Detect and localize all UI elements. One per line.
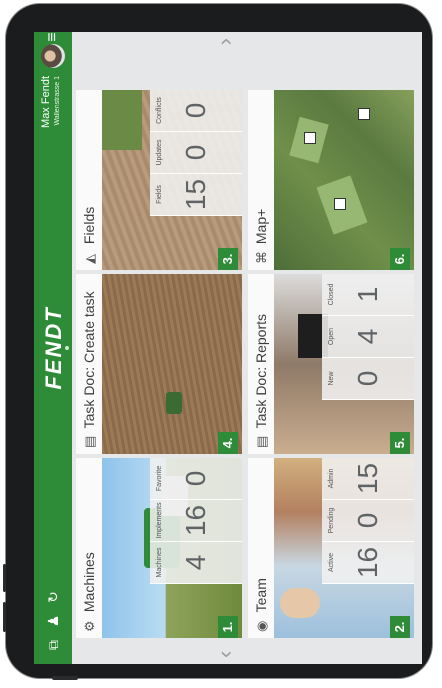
stat[interactable]: Updates 0 [150, 132, 242, 174]
tile-header: ▤ Task Doc: Reports [248, 274, 274, 454]
stat-value: 15 [180, 178, 211, 211]
stat[interactable]: Implements 16 [150, 500, 242, 542]
stat[interactable]: Closed 1 [322, 274, 414, 316]
stat-value: 15 [352, 462, 383, 495]
stat-value: 0 [352, 370, 383, 387]
stat[interactable]: Open 4 [322, 316, 414, 358]
tile-title: Task Doc: Create task [81, 291, 97, 429]
screen: ⧉ ♟ ↻ FENDT Max Fendt Wallenstrasse 1 ≡ … [34, 32, 422, 664]
tile-title: Fields [81, 206, 97, 245]
tile-header: ◉ Team [248, 458, 274, 638]
stat[interactable]: Active 16 [322, 542, 414, 584]
volume-button-2 [3, 602, 6, 632]
stat-value: 0 [352, 512, 383, 529]
volume-button [3, 564, 6, 592]
tile-number: 5. [390, 432, 410, 454]
stat-label: Favorite [156, 465, 163, 492]
field-tractor-photo [102, 274, 242, 454]
stat-label: New [328, 371, 335, 386]
tile-number: 4. [218, 432, 238, 454]
tile-header: ◭ Fields [76, 90, 102, 270]
stat[interactable]: Fields 15 [150, 174, 242, 216]
clipboard-icon: ▤ [82, 435, 97, 448]
stat-value: 0 [180, 102, 211, 119]
user-info[interactable]: Max Fendt Wallenstrasse 1 [40, 76, 63, 128]
map-marker-icon[interactable] [334, 198, 346, 210]
stat[interactable]: Conflicts 0 [150, 90, 242, 132]
chevron-right-icon[interactable]: › [212, 38, 238, 45]
app-dashboard: ⧉ ♟ ↻ FENDT Max Fendt Wallenstrasse 1 ≡ … [34, 32, 422, 664]
user-location: Wallenstrasse 1 [54, 76, 61, 126]
tile-team[interactable]: ◉ Team Active 16 Pending 0 Admin 15 2. [248, 458, 414, 638]
stat-label: Active [328, 552, 335, 573]
stats-panel: New 0 Open 4 Closed 1 [322, 274, 414, 400]
stats-panel: Fields 15 Updates 0 Conflicts 0 [150, 90, 242, 216]
stat-label: Implements [156, 502, 163, 539]
tile-reports[interactable]: ▤ Task Doc: Reports New 0 Open 4 Closed 1 5… [248, 274, 414, 454]
map-view [274, 90, 414, 270]
stat-label: Admin [328, 468, 335, 489]
tile-header: ▤ Task Doc: Create task [76, 274, 102, 454]
stat-label: Open [328, 327, 335, 346]
tablet-device: ⧉ ♟ ↻ FENDT Max Fendt Wallenstrasse 1 ≡ … [3, 4, 432, 680]
stat-label: Fields [156, 185, 163, 204]
map-icon: ⌘ [254, 251, 269, 264]
stat-value: 16 [352, 546, 383, 579]
tile-title: Task Doc: Reports [253, 313, 269, 429]
stat[interactable]: Machines 4 [150, 542, 242, 584]
stat-value: 4 [180, 554, 211, 571]
stat-value: 0 [180, 470, 211, 487]
stat-label: Updates [156, 139, 163, 166]
stat-label: Closed [328, 283, 335, 306]
stat-label: Pending [328, 507, 335, 534]
tile-title: Team [253, 578, 269, 613]
tile-map[interactable]: ⌘ Map+ 6. [248, 90, 414, 270]
stat-value: 16 [180, 504, 211, 537]
map-marker-icon[interactable] [304, 132, 316, 144]
tile-title: Map+ [253, 208, 269, 245]
tile-header: ⚙ Machines [76, 458, 102, 638]
stat-value: 1 [352, 286, 383, 303]
team-icon: ◉ [254, 620, 269, 632]
stat-value: 0 [180, 144, 211, 161]
tile-number: 6. [390, 248, 410, 270]
tile-header: ⌘ Map+ [248, 90, 274, 270]
menu-icon[interactable]: ≡ [44, 32, 62, 46]
power-button [52, 676, 78, 680]
tile-title: Machines [81, 552, 97, 613]
stat-label: Machines [156, 547, 163, 578]
stats-panel: Active 16 Pending 0 Admin 15 [322, 458, 414, 584]
stat[interactable]: Pending 0 [322, 500, 414, 542]
stat[interactable]: Admin 15 [322, 458, 414, 500]
stat-label: Conflicts [156, 97, 163, 124]
chevron-left-icon[interactable]: ‹ [212, 651, 238, 658]
tile-number: 2. [390, 616, 410, 638]
tile-machines[interactable]: ⚙ Machines Machines 4 Implements 16 Favori… [76, 458, 242, 638]
page-indicator [65, 346, 69, 350]
field-icon: ◭ [82, 254, 97, 264]
top-bar: ⧉ ♟ ↻ FENDT Max Fendt Wallenstrasse 1 ≡ [34, 32, 72, 664]
user-name: Max Fendt [40, 76, 52, 128]
stat[interactable]: New 0 [322, 358, 414, 400]
stats-panel: Machines 4 Implements 16 Favorite 0 [150, 458, 242, 584]
clipboard-icon: ▤ [254, 435, 269, 448]
tile-number: 1. [218, 616, 238, 638]
stat-value: 4 [352, 328, 383, 345]
stat[interactable]: Favorite 0 [150, 458, 242, 500]
map-marker-icon[interactable] [358, 108, 370, 120]
tile-create-task[interactable]: ▤ Task Doc: Create task 4. [76, 274, 242, 454]
tile-number: 3. [218, 248, 238, 270]
tile-fields[interactable]: ◭ Fields Fields 15 Updates 0 Conflicts 0 3. [76, 90, 242, 270]
tractor-icon: ⚙ [82, 620, 97, 632]
avatar[interactable] [41, 44, 65, 68]
